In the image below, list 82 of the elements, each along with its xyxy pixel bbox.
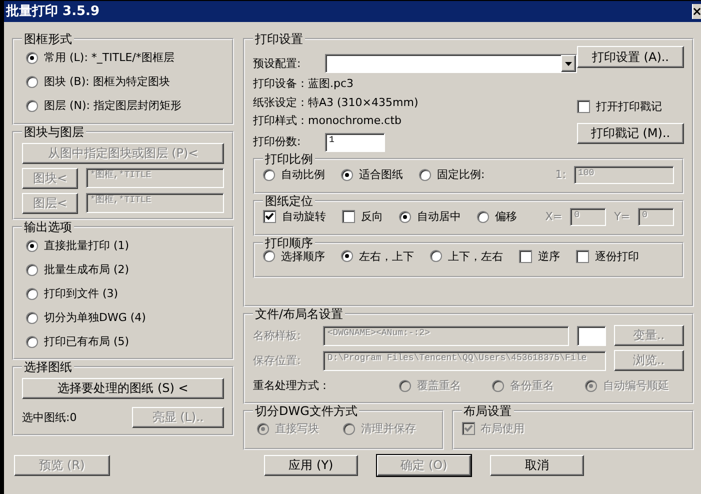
radio-label: 固定比例: <box>437 168 485 182</box>
radio-button[interactable] <box>26 264 38 276</box>
radio-button[interactable] <box>263 250 275 262</box>
radio-label: 批量生成布局 (2) <box>44 263 130 277</box>
select-button[interactable]: 选择要处理的图纸 (S) < <box>22 378 224 399</box>
info-text: 打印样式：monochrome.ctb <box>253 114 402 129</box>
checkbox[interactable] <box>577 100 590 114</box>
field-label: 保存位置: <box>253 354 302 368</box>
radio-label: 自动居中 <box>417 210 461 224</box>
input-field[interactable]: 1 <box>325 132 385 152</box>
dialog-button[interactable]: 取消 <box>490 455 584 476</box>
field-label: 名称样板: <box>253 328 302 342</box>
checkbox[interactable] <box>263 210 276 223</box>
radio-button[interactable] <box>399 210 411 222</box>
radio-label: 上下，左右 <box>448 250 503 263</box>
group-title: 图纸定位 <box>264 194 314 208</box>
group-title: 输出选项 <box>23 220 73 234</box>
field-label: X= <box>545 210 562 224</box>
radio-label: 清理并保存 <box>361 422 416 436</box>
stamp-button[interactable]: 打印戳记 (M).. <box>577 123 684 144</box>
input-field[interactable]: *图框,*TITLE <box>86 168 224 188</box>
radio-label: 直接写块 <box>275 422 319 436</box>
group-title: 切分DWG文件方式 <box>254 404 358 418</box>
radio-label: 常用 (L): *_TITLE/*图框层 <box>44 51 174 65</box>
group-title: 图框形式 <box>23 32 73 46</box>
radio-label: 偏移 <box>495 210 517 224</box>
radio-button[interactable] <box>263 168 275 180</box>
radio-button[interactable] <box>26 336 38 348</box>
group-title: 图块与图层 <box>23 125 85 139</box>
dropdown[interactable] <box>325 54 577 73</box>
field-label: 1: <box>555 168 566 182</box>
radio-button[interactable] <box>419 168 431 180</box>
checkbox-label: 布局使用 <box>480 422 525 436</box>
info-text: 打印设备：蓝图.pc3 <box>253 77 355 92</box>
field-label: 预设配置: <box>253 56 302 70</box>
checkbox-label: 打开打印戳记 <box>596 100 662 114</box>
radio-button[interactable] <box>341 168 353 180</box>
radio-label: 左右，上下 <box>359 250 414 263</box>
radio-button[interactable] <box>26 312 38 324</box>
radio-label: 自动编号顺延 <box>603 379 669 392</box>
group-title: 打印设置 <box>254 32 304 46</box>
checkbox[interactable] <box>576 250 589 263</box>
field-label: Y= <box>614 210 630 224</box>
radio-label: 备份重名 <box>510 379 554 392</box>
group-title: 选择图纸 <box>23 360 73 374</box>
radio-label: 打印已有布局 (5) <box>44 335 130 349</box>
radio-button[interactable] <box>430 250 442 262</box>
checkbox-label: 逆序 <box>538 250 560 263</box>
dialog-button[interactable]: 应用 (Y) <box>264 455 358 476</box>
radio-button[interactable] <box>26 288 38 300</box>
radio-button[interactable] <box>477 210 489 222</box>
radio-button[interactable] <box>341 250 353 262</box>
radio-label: 直接批量打印 (1) <box>44 239 130 253</box>
info-text: 纸张设定：特A3 (310×435mm) <box>253 96 420 110</box>
checkbox-label: 逐份打印 <box>595 250 639 263</box>
radio-label: 覆盖重名 <box>417 379 461 392</box>
group-title: 文件/布局名设置 <box>254 307 344 321</box>
radio-label: 适合图纸 <box>359 168 403 182</box>
input-field[interactable]: *图框,*TITLE <box>86 193 224 213</box>
radio-label: 打印到文件 (3) <box>44 287 118 301</box>
radio-label: 自动比例 <box>281 168 325 182</box>
count-label: 选中图纸:0 <box>22 410 77 424</box>
radio-button[interactable] <box>26 76 38 88</box>
group-title: 打印比例 <box>264 152 314 166</box>
radio-button[interactable] <box>26 240 38 252</box>
close-button[interactable] <box>692 4 701 19</box>
radio-button[interactable] <box>26 100 38 112</box>
group-title: 布局设置 <box>462 404 513 418</box>
setup-button[interactable]: 打印设置 (A).. <box>577 46 684 68</box>
checkbox[interactable] <box>342 210 355 223</box>
radio-label: 切分为单独DWG (4) <box>44 311 146 325</box>
checkbox[interactable] <box>519 250 532 263</box>
radio-label: 选择顺序 <box>281 250 325 263</box>
field-label: 重名处理方式： <box>253 379 331 392</box>
checkbox-label: 自动旋转 <box>282 210 326 224</box>
radio-label: 图层 (N): 指定图层封闭矩形 <box>44 99 182 113</box>
window-title: 批量打印 3.5.9 <box>6 4 100 20</box>
field-label: 打印份数: <box>253 135 302 149</box>
radio-label: 图块 (B): 图框为特定图块 <box>44 75 170 89</box>
group-title: 打印顺序 <box>264 236 314 250</box>
checkbox-label: 反向 <box>361 210 383 224</box>
radio-button[interactable] <box>26 52 38 64</box>
